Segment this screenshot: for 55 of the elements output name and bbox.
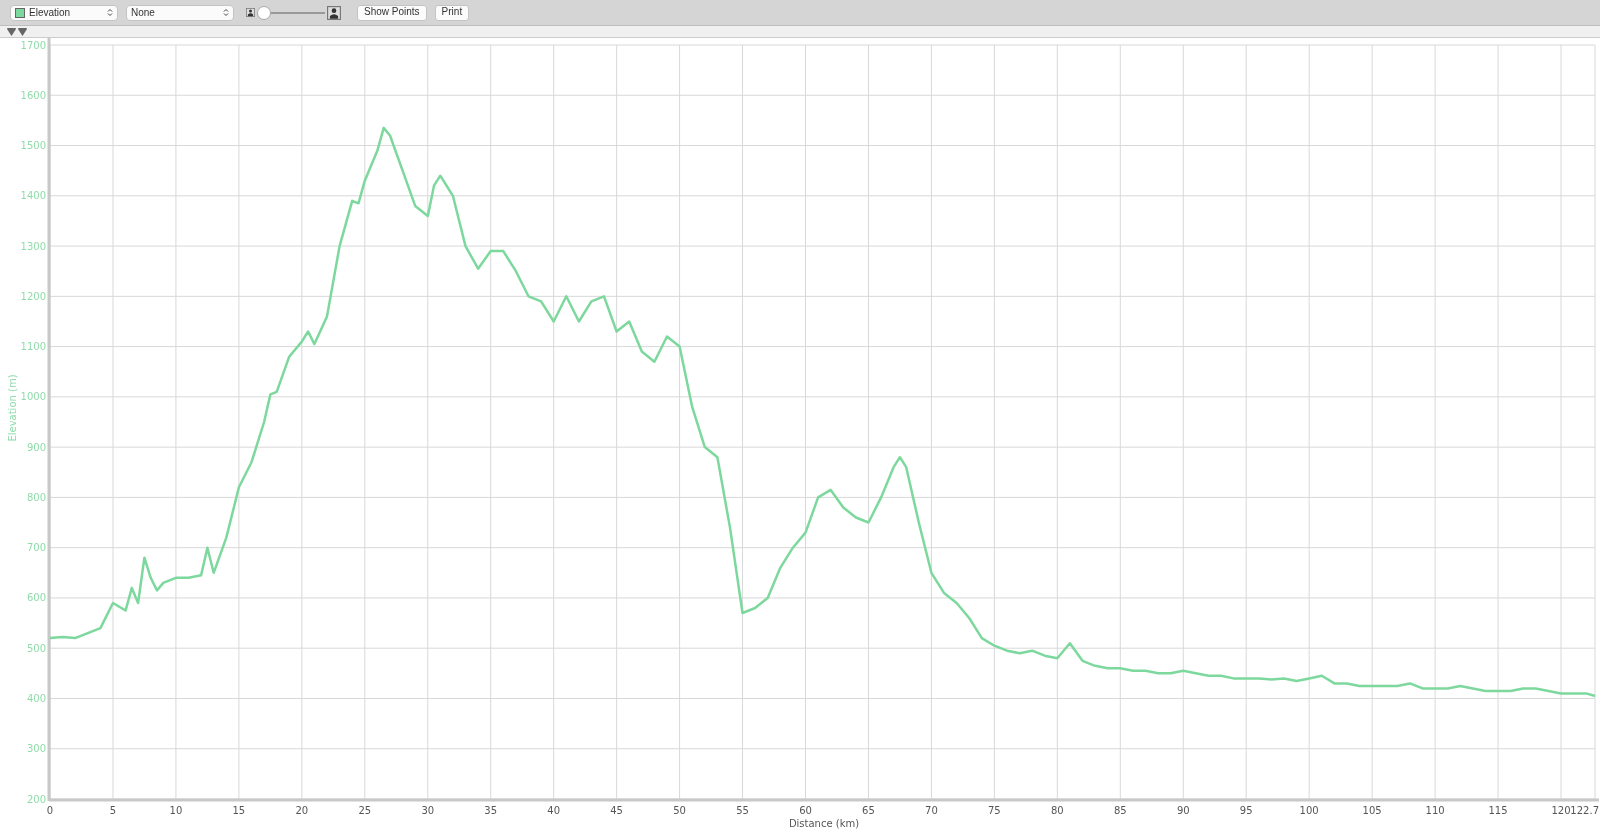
x-tick-label: 120 xyxy=(1551,805,1571,816)
x-tick-label: 105 xyxy=(1362,805,1382,816)
y-tick-label: 1200 xyxy=(20,290,46,302)
y-tick-label: 200 xyxy=(26,793,46,805)
x-tick-label: 20 xyxy=(295,805,309,816)
x-tick-label: 85 xyxy=(1113,805,1127,816)
x-tick-label: 110 xyxy=(1425,805,1445,816)
zoom-slider[interactable] xyxy=(257,5,325,20)
x-tick-label: 90 xyxy=(1176,805,1190,816)
y-tick-label: 500 xyxy=(26,642,46,654)
y-tick-label: 1600 xyxy=(20,89,46,101)
y-tick-label: 1100 xyxy=(20,341,46,353)
y-tick-label: 800 xyxy=(26,491,46,503)
small-figure-icon[interactable] xyxy=(246,8,255,17)
show-points-button[interactable]: Show Points xyxy=(357,4,427,21)
x-tick-label: 115 xyxy=(1488,805,1508,816)
marker-icon[interactable] xyxy=(7,27,16,36)
x-tick-label: 5 xyxy=(109,805,117,816)
x-tick-label: 40 xyxy=(547,805,561,816)
y-tick-label: 1700 xyxy=(20,39,46,51)
chevron-icon xyxy=(223,8,229,17)
x-tick-label: 10 xyxy=(169,805,183,816)
x-tick-label: 25 xyxy=(358,805,372,816)
y-axis-title: Elevation (m) xyxy=(7,374,18,442)
large-figure-icon[interactable] xyxy=(327,5,341,20)
y-tick-label: 700 xyxy=(26,542,46,554)
x-axis-title: Distance (km) xyxy=(788,818,860,829)
x-tick-label: 80 xyxy=(1050,805,1064,816)
x-tick-label: 95 xyxy=(1239,805,1253,816)
y-tick-label: 900 xyxy=(26,441,46,453)
y-tick-label: 1300 xyxy=(20,240,46,252)
marker-icon[interactable] xyxy=(18,27,27,36)
x-tick-label: 30 xyxy=(421,805,435,816)
x-tick-label: 70 xyxy=(925,805,938,816)
metric-popup[interactable]: Elevation xyxy=(10,4,118,21)
chevron-icon xyxy=(107,8,113,17)
x-tick-label: 50 xyxy=(673,805,686,816)
x-tick-label: 15 xyxy=(232,805,246,816)
x-tick-label: 35 xyxy=(484,805,498,816)
y-tick-label: 600 xyxy=(26,592,46,604)
x-tick-label: 0 xyxy=(46,805,54,816)
y-tick-label: 1400 xyxy=(20,190,46,202)
x-tick-label: 60 xyxy=(799,805,812,816)
x-tick-label: 122.7 xyxy=(1570,805,1599,816)
print-button[interactable]: Print xyxy=(434,4,470,21)
x-tick-label: 65 xyxy=(862,805,875,816)
x-tick-label: 55 xyxy=(736,805,749,816)
x-tick-label: 100 xyxy=(1299,805,1319,816)
x-tick-label: 75 xyxy=(988,805,1001,816)
y-tick-label: 400 xyxy=(26,692,46,704)
y-tick-label: 300 xyxy=(26,743,46,755)
x-tick-label: 45 xyxy=(610,805,623,816)
y-tick-label: 1000 xyxy=(20,391,46,403)
overlay-popup[interactable]: None xyxy=(126,4,234,21)
y-tick-label: 1500 xyxy=(20,140,46,152)
